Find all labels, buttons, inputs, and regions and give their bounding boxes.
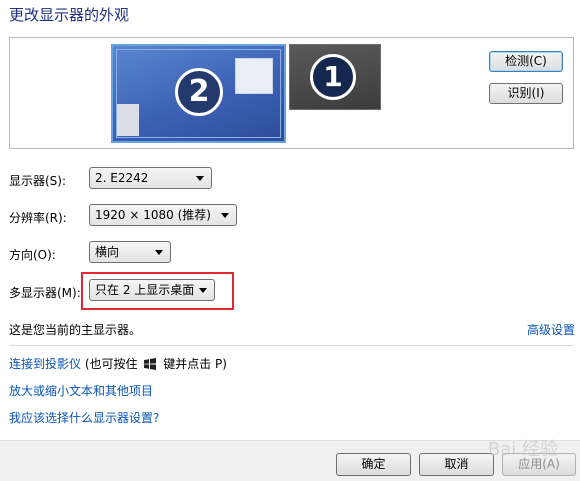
- text-size-link[interactable]: 放大或缩小文本和其他项目: [9, 382, 153, 399]
- resolution-select[interactable]: 1920 × 1080 (推荐): [89, 204, 237, 226]
- multi-display-label: 多显示器(M):: [9, 286, 81, 300]
- multi-display-select[interactable]: 只在 2 上显示桌面: [89, 279, 215, 301]
- ok-button[interactable]: 确定: [336, 453, 411, 476]
- monitor-preview-area: 2 1 检测(C) 识别(I): [9, 37, 574, 149]
- resolution-label: 分辨率(R):: [9, 211, 67, 225]
- display-select[interactable]: 2. E2242: [89, 167, 212, 189]
- cancel-button[interactable]: 取消: [419, 453, 494, 476]
- chevron-down-icon: [155, 250, 163, 255]
- chevron-down-icon: [221, 213, 229, 218]
- projector-row: 连接到投影仪 (也可按住 键并点击 P): [9, 357, 227, 371]
- divider: [9, 345, 574, 346]
- desktop-taskbar-thumb: [117, 104, 139, 136]
- watermark: Bai 经验: [487, 439, 558, 460]
- primary-display-note: 这是您当前的主显示器。: [9, 323, 142, 337]
- monitor-2-thumbnail[interactable]: 2: [111, 44, 286, 143]
- chevron-down-icon: [199, 288, 207, 293]
- window-thumb: [235, 58, 273, 94]
- monitor-number-badge: 1: [310, 54, 356, 100]
- advanced-settings-link[interactable]: 高级设置: [527, 321, 575, 338]
- orientation-select[interactable]: 横向: [89, 241, 171, 263]
- monitor-1-thumbnail[interactable]: 1: [289, 44, 381, 110]
- monitor-number-badge: 2: [175, 68, 223, 116]
- identify-button[interactable]: 识别(I): [489, 83, 563, 104]
- windows-logo-icon: [144, 358, 157, 370]
- display-label: 显示器(S):: [9, 174, 67, 188]
- chevron-down-icon: [196, 176, 204, 181]
- detect-button[interactable]: 检测(C): [489, 51, 563, 72]
- page-title: 更改显示器的外观: [9, 6, 130, 24]
- orientation-label: 方向(O):: [9, 248, 56, 262]
- connect-projector-link[interactable]: 连接到投影仪: [9, 357, 81, 371]
- display-help-link[interactable]: 我应该选择什么显示器设置?: [9, 409, 159, 426]
